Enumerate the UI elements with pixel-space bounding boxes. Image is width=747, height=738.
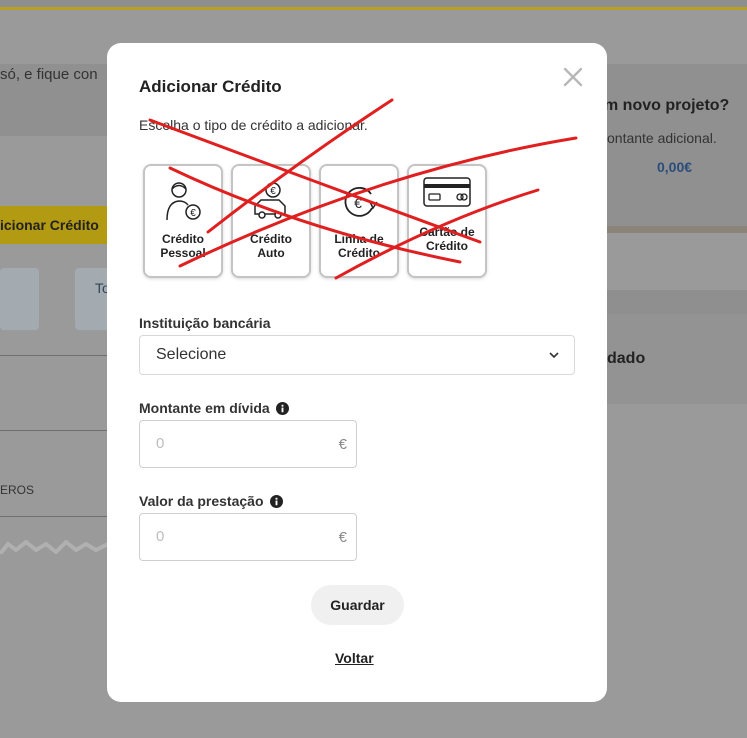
svg-text:€: € — [190, 208, 196, 219]
bg-right-title: m novo projeto? — [604, 97, 730, 114]
bg-add-credit-button[interactable]: icionar Crédito — [0, 206, 108, 244]
credit-type-auto[interactable]: € Crédito Auto — [231, 164, 311, 278]
person-euro-icon: € — [145, 180, 221, 224]
bg-right-block — [607, 290, 747, 314]
credit-type-pessoal[interactable]: € Crédito Pessoal — [143, 164, 223, 278]
credit-type-label: Crédito Pessoal — [160, 232, 206, 260]
car-euro-icon: € — [233, 180, 309, 224]
debt-amount-input[interactable] — [156, 435, 316, 452]
bg-label: EROS — [0, 483, 35, 497]
close-icon[interactable] — [561, 65, 585, 89]
credit-type-linha[interactable]: € Linha de Crédito — [319, 164, 399, 278]
debt-amount-field[interactable]: € — [139, 420, 357, 468]
info-icon[interactable] — [269, 494, 283, 508]
debt-amount-label-text: Montante em dívida — [139, 400, 270, 416]
installment-label: Valor da prestação — [139, 493, 283, 509]
chevron-down-icon — [549, 352, 559, 359]
add-credit-modal: Adicionar Crédito Escolha o tipo de créd… — [107, 43, 607, 702]
credit-type-label: Linha de Crédito — [334, 232, 384, 260]
bg-banner-text: só, e fique con — [0, 66, 98, 83]
bg-divider — [0, 430, 108, 431]
credit-type-cartao[interactable]: Cartão de Crédito — [407, 164, 487, 278]
institution-label-text: Instituição bancária — [139, 315, 271, 331]
save-button[interactable]: Guardar — [311, 585, 404, 625]
bg-divider — [0, 516, 108, 517]
euro-cycle-icon: € — [321, 180, 397, 224]
bg-card — [0, 268, 39, 330]
bg-add-credit-label: icionar Crédito — [0, 217, 99, 233]
top-bar — [0, 0, 747, 10]
debt-amount-label: Montante em dívida — [139, 400, 289, 416]
bg-right-heading: dado — [607, 350, 646, 367]
bg-right-separator — [607, 226, 747, 233]
credit-card-icon — [409, 174, 485, 218]
bg-divider — [0, 355, 108, 356]
installment-label-text: Valor da prestação — [139, 493, 264, 509]
bg-zigzag — [0, 540, 108, 554]
currency-suffix: € — [338, 436, 347, 453]
credit-type-options: € Crédito Pessoal € Crédito Auto € Linha… — [143, 164, 487, 278]
bg-right-panel — [607, 64, 747, 229]
modal-title: Adicionar Crédito — [139, 77, 282, 96]
institution-select[interactable]: Selecione — [139, 335, 575, 375]
info-icon[interactable] — [275, 401, 289, 415]
svg-text:€: € — [354, 195, 362, 211]
bg-right-subtitle: ontante adicional. — [607, 130, 717, 146]
back-link[interactable]: Voltar — [335, 650, 374, 666]
svg-text:€: € — [270, 186, 276, 197]
currency-suffix: € — [338, 529, 347, 546]
modal-subtitle: Escolha o tipo de crédito a adicionar. — [139, 117, 368, 133]
institution-select-value: Selecione — [156, 346, 227, 363]
installment-input[interactable] — [156, 528, 316, 545]
bg-right-value: 0,00€ — [657, 159, 693, 175]
credit-type-label: Crédito Auto — [250, 232, 292, 260]
institution-label: Instituição bancária — [139, 315, 270, 331]
installment-field[interactable]: € — [139, 513, 357, 561]
credit-type-label: Cartão de Crédito — [419, 225, 475, 253]
